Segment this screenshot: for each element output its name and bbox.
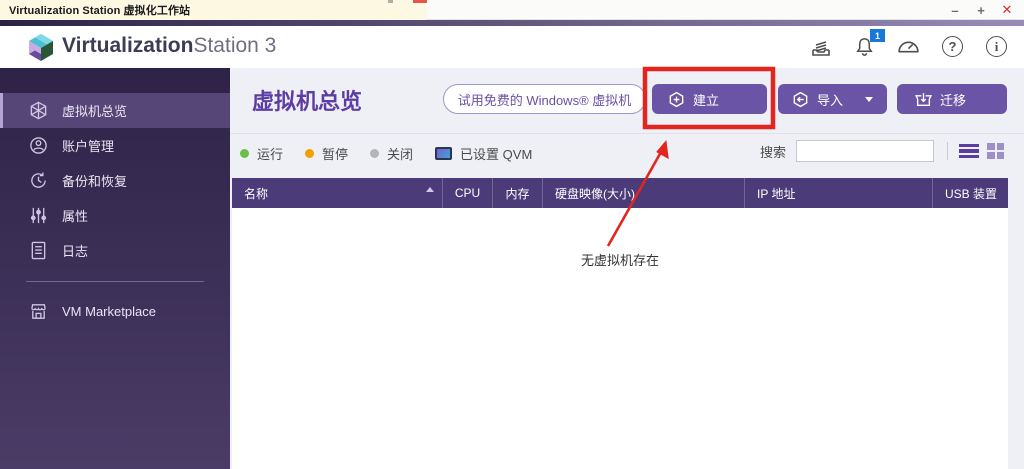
vm-overview-icon xyxy=(29,101,48,120)
sidebar-item-logs[interactable]: 日志 xyxy=(0,233,230,268)
import-vm-button[interactable]: 导入 xyxy=(778,84,887,114)
migrate-vm-button[interactable]: 迁移 xyxy=(897,84,1007,114)
about-icon[interactable]: i xyxy=(983,33,1010,60)
backup-restore-icon xyxy=(29,171,48,190)
search-label: 搜索 xyxy=(760,142,786,161)
column-header-memory[interactable]: 内存 xyxy=(493,178,543,208)
search-area: 搜索 xyxy=(760,140,1004,162)
close-button[interactable]: ✕ xyxy=(994,2,1020,18)
column-header-ip[interactable]: IP 地址 xyxy=(745,178,933,208)
column-header-usb[interactable]: USB 装置 xyxy=(933,178,1008,208)
migrate-box-icon xyxy=(915,91,932,108)
view-toggle-divider xyxy=(947,142,948,160)
minimize-button[interactable]: – xyxy=(942,3,968,18)
vm-table-body: 无虚拟机存在 xyxy=(232,208,1008,469)
screen-edge-artifact xyxy=(388,0,393,3)
toolbar-divider xyxy=(230,133,1024,134)
main-content: 虚拟机总览 试用免费的 Windows® 虚拟机 建立 导入 迁移 运行 xyxy=(230,68,1024,469)
app-title: VirtualizationStation 3 xyxy=(62,34,276,58)
column-header-name[interactable]: 名称 xyxy=(232,178,443,208)
sidebar-item-label: 日志 xyxy=(62,241,88,260)
column-header-disk-image[interactable]: 硬盘映像(大小) xyxy=(543,178,745,208)
maximize-button[interactable]: + xyxy=(968,3,994,18)
window-titlebar: Virtualization Station 虚拟化工作站 – + ✕ xyxy=(0,0,1024,20)
column-header-cpu[interactable]: CPU xyxy=(443,178,493,208)
background-tasks-icon[interactable] xyxy=(807,33,834,60)
resource-monitor-icon[interactable] xyxy=(895,33,922,60)
running-status-dot xyxy=(240,149,249,158)
screen-edge-artifact-red xyxy=(413,0,427,3)
sidebar-item-vm-overview[interactable]: 虚拟机总览 xyxy=(0,93,230,128)
sidebar: 虚拟机总览 账户管理 备份和恢复 属性 日志 VM Marketplace xyxy=(0,68,230,469)
grid-view-icon[interactable] xyxy=(987,143,1004,159)
paused-status-dot xyxy=(305,149,314,158)
off-status-dot xyxy=(370,149,379,158)
account-icon xyxy=(29,136,48,155)
help-icon[interactable]: ? xyxy=(939,33,966,60)
list-view-icon[interactable] xyxy=(959,143,979,159)
app-logo-icon xyxy=(26,32,56,62)
marketplace-icon xyxy=(29,302,48,321)
empty-state-text: 无虚拟机存在 xyxy=(232,250,1008,269)
notification-count-badge: 1 xyxy=(870,29,885,42)
properties-icon xyxy=(29,206,48,225)
search-input[interactable] xyxy=(796,140,934,162)
qvm-monitor-icon xyxy=(435,147,452,160)
sidebar-item-label: 虚拟机总览 xyxy=(62,101,127,120)
sidebar-item-label: 属性 xyxy=(62,206,88,225)
sidebar-item-properties[interactable]: 属性 xyxy=(0,198,230,233)
import-dropdown-caret-icon[interactable] xyxy=(865,97,873,102)
sort-ascending-icon xyxy=(426,187,434,192)
create-vm-button[interactable]: 建立 xyxy=(652,84,767,114)
create-plus-icon xyxy=(668,91,685,108)
legend-paused: 暂停 xyxy=(305,144,348,163)
window-tab[interactable]: Virtualization Station 虚拟化工作站 xyxy=(0,0,427,20)
trial-windows-vm-button[interactable]: 试用免费的 Windows® 虚拟机 xyxy=(443,84,646,114)
window-title: Virtualization Station 虚拟化工作站 xyxy=(9,2,190,18)
sidebar-item-backup-restore[interactable]: 备份和恢复 xyxy=(0,163,230,198)
status-legend: 运行 暂停 关闭 已设置 QVM xyxy=(240,142,554,164)
vm-table-header: 名称 CPU 内存 硬盘映像(大小) IP 地址 USB 装置 xyxy=(232,178,1008,208)
logs-icon xyxy=(29,241,48,260)
import-icon xyxy=(792,91,809,108)
notifications-bell-icon[interactable]: 1 xyxy=(851,33,878,60)
sidebar-item-vm-marketplace[interactable]: VM Marketplace xyxy=(0,294,230,329)
sidebar-item-label: VM Marketplace xyxy=(62,304,156,319)
sidebar-item-label: 备份和恢复 xyxy=(62,171,127,190)
sidebar-item-label: 账户管理 xyxy=(62,136,114,155)
legend-qvm: 已设置 QVM xyxy=(435,144,532,163)
app-header: VirtualizationStation 3 1 ? i xyxy=(0,26,1024,68)
sidebar-item-accounts[interactable]: 账户管理 xyxy=(0,128,230,163)
sidebar-divider xyxy=(26,281,204,282)
legend-running: 运行 xyxy=(240,144,283,163)
legend-off: 关闭 xyxy=(370,144,413,163)
page-title: 虚拟机总览 xyxy=(252,84,362,116)
